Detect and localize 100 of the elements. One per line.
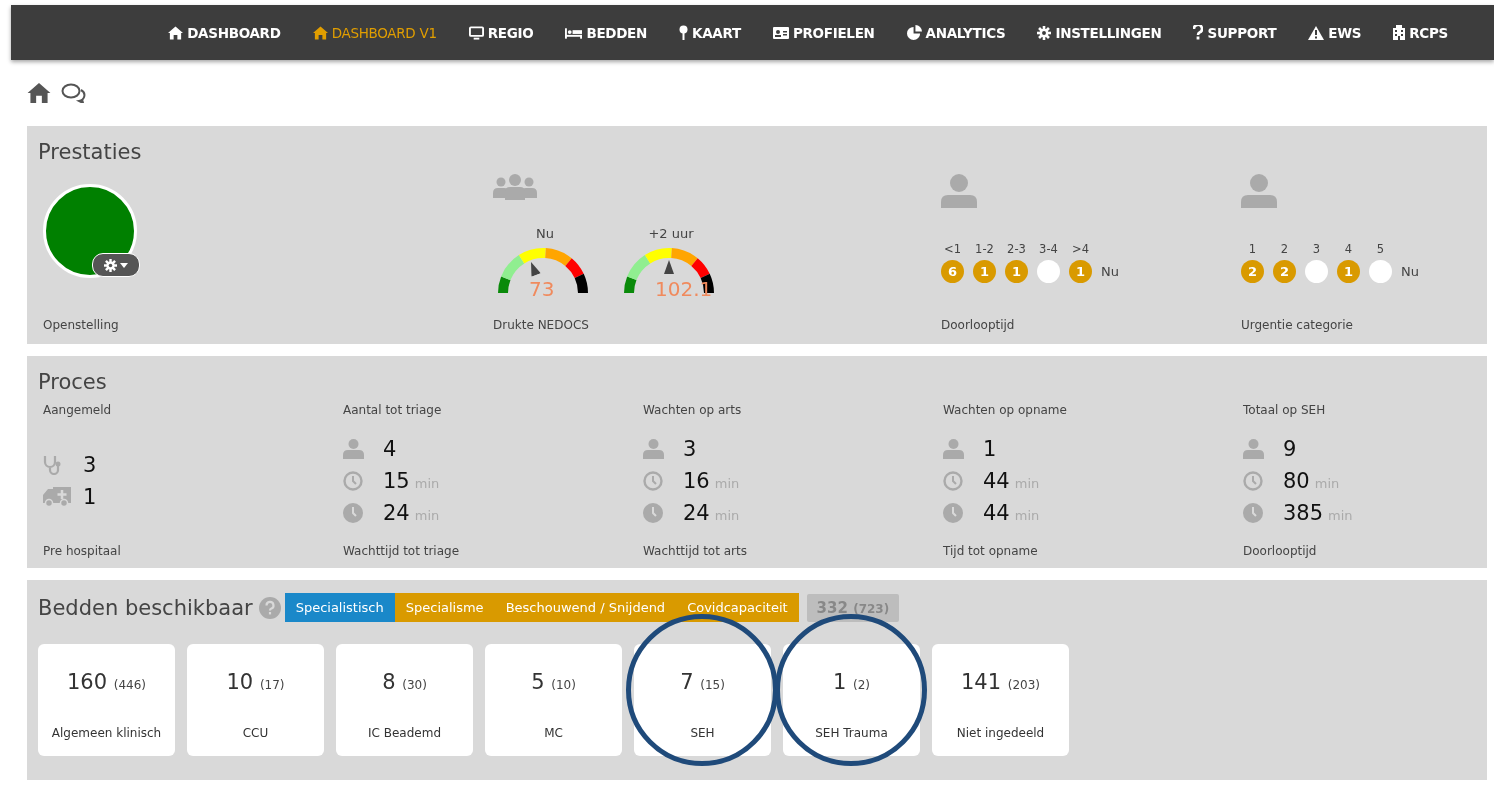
clock-icon: [1243, 470, 1263, 491]
nav-link[interactable]: DASHBOARD V1: [296, 24, 453, 41]
bucket-label: 5: [1376, 242, 1385, 256]
metric-value: 15: [383, 468, 410, 493]
panel-title: Prestaties: [37, 139, 143, 164]
monitor-icon: [468, 25, 484, 40]
count-badge: 1: [973, 260, 996, 283]
empty-badge: [1305, 260, 1328, 283]
ambulance-icon: [43, 486, 71, 507]
gauge-value: 73: [529, 277, 555, 301]
nav-link[interactable]: PROFIELEN: [756, 24, 891, 41]
nav-link[interactable]: SUPPORT: [1177, 24, 1293, 41]
caret-icon: [120, 262, 128, 268]
metric-label: Doorlooptijd: [941, 318, 1016, 332]
bed-label: IC Beademd: [368, 726, 441, 740]
metric-label: Tijd tot opname: [943, 544, 1039, 558]
count-badge: 6: [941, 260, 964, 283]
bed-label: Algemeen klinisch: [51, 726, 162, 740]
warning-icon: [1308, 25, 1325, 40]
clock-icon: [943, 502, 963, 523]
person-icon: [943, 438, 964, 459]
metric-label: Urgentie categorie: [1241, 318, 1354, 332]
building-icon: [1393, 25, 1406, 40]
panel-title: Proces: [37, 369, 108, 394]
metric-value: 1: [83, 484, 97, 509]
nav-link[interactable]: EWS: [1292, 24, 1378, 41]
metric-title: Wachten op arts: [643, 403, 743, 417]
empty-badge: [1037, 260, 1060, 283]
bed-count: 1 (2): [832, 670, 870, 694]
bed-label: SEH: [690, 726, 715, 740]
bed-label: CCU: [242, 726, 269, 740]
nav-link[interactable]: BEDDEN: [549, 24, 664, 41]
bucket-label: 2-3: [1007, 242, 1026, 256]
question-icon: [1193, 25, 1204, 40]
metric-label: Doorlooptijd: [1243, 544, 1318, 558]
gauge-needle: [664, 260, 674, 274]
bed-label: SEH Trauma: [815, 726, 888, 740]
nav-link[interactable]: INSTELLINGEN: [1021, 24, 1178, 41]
metric-title: Wachten op opname: [943, 403, 1068, 417]
metric-label: Wachttijd tot arts: [643, 544, 748, 558]
metric-value: 1: [983, 436, 997, 461]
clock-icon: [643, 470, 663, 491]
bucket-label: 1: [1248, 242, 1257, 256]
settings-icon: [104, 258, 117, 272]
metric-label: Drukte NEDOCS: [493, 318, 590, 332]
bed-count: 5 (10): [531, 670, 576, 694]
chat-icon[interactable]: [61, 83, 87, 103]
pie-chart-icon: [906, 25, 922, 40]
bucket-label: >4: [1072, 242, 1089, 256]
person-icon: [1241, 174, 1277, 208]
group-icon: [493, 174, 537, 200]
home-icon: [312, 25, 328, 40]
nav-link[interactable]: RCPS: [1377, 24, 1464, 41]
bed-count: 141 (203): [960, 670, 1040, 694]
tab[interactable]: Specialistisch: [284, 593, 395, 622]
settings-dropdown[interactable]: [92, 253, 140, 277]
metric-value: 385: [1283, 500, 1324, 525]
bed-count: 8 (30): [382, 670, 427, 694]
now-label: Nu: [1101, 263, 1119, 281]
bed-icon: [565, 26, 583, 39]
bed-count: 10 (17): [226, 670, 285, 694]
person-icon: [643, 438, 664, 459]
nav-link[interactable]: KAART: [663, 24, 757, 41]
clock-icon: [943, 470, 963, 491]
count-badge: 2: [1273, 260, 1296, 283]
nav-link[interactable]: ANALYTICS: [890, 24, 1022, 41]
nav-link[interactable]: DASHBOARD: [152, 24, 297, 41]
metric-label: Wachttijd tot triage: [343, 544, 461, 558]
bed-label: Niet ingedeeld: [956, 726, 1045, 740]
person-icon: [941, 174, 977, 208]
bucket-label: 4: [1344, 242, 1353, 256]
metric-value: 3: [683, 436, 697, 461]
clock-icon: [343, 470, 363, 491]
metric-title: Aangemeld: [43, 403, 113, 417]
clock-icon: [343, 502, 363, 523]
bed-label: MC: [544, 726, 563, 740]
now-label: Nu: [1401, 263, 1419, 281]
metric-value: 24: [383, 500, 410, 525]
metric-value: 4: [383, 436, 397, 461]
count-badge: 1: [1337, 260, 1360, 283]
metric-value: 9: [1283, 436, 1297, 461]
metric-value: 24: [683, 500, 710, 525]
bucket-label: <1: [944, 242, 961, 256]
empty-badge: [1369, 260, 1392, 283]
metric-label: Openstelling: [43, 318, 120, 332]
panel-title: Bedden beschikbaar: [38, 595, 253, 620]
metric-label: Pre hospitaal: [43, 544, 122, 558]
id-card-icon: [772, 26, 789, 39]
metric-title: Aantal tot triage: [343, 403, 443, 417]
count-badge: 2: [1241, 260, 1264, 283]
bed-count: 7 (15): [680, 670, 725, 694]
home-icon[interactable]: [27, 83, 51, 103]
settings-icon: [1037, 25, 1052, 40]
nav-link[interactable]: REGIO: [452, 24, 550, 41]
bed-count: 160 (446): [66, 670, 146, 694]
clock-icon: [643, 502, 663, 523]
metric-value: 16: [683, 468, 710, 493]
metric-title: Totaal op SEH: [1243, 403, 1327, 417]
person-icon: [1243, 438, 1264, 459]
metric-value: 44: [983, 468, 1010, 493]
